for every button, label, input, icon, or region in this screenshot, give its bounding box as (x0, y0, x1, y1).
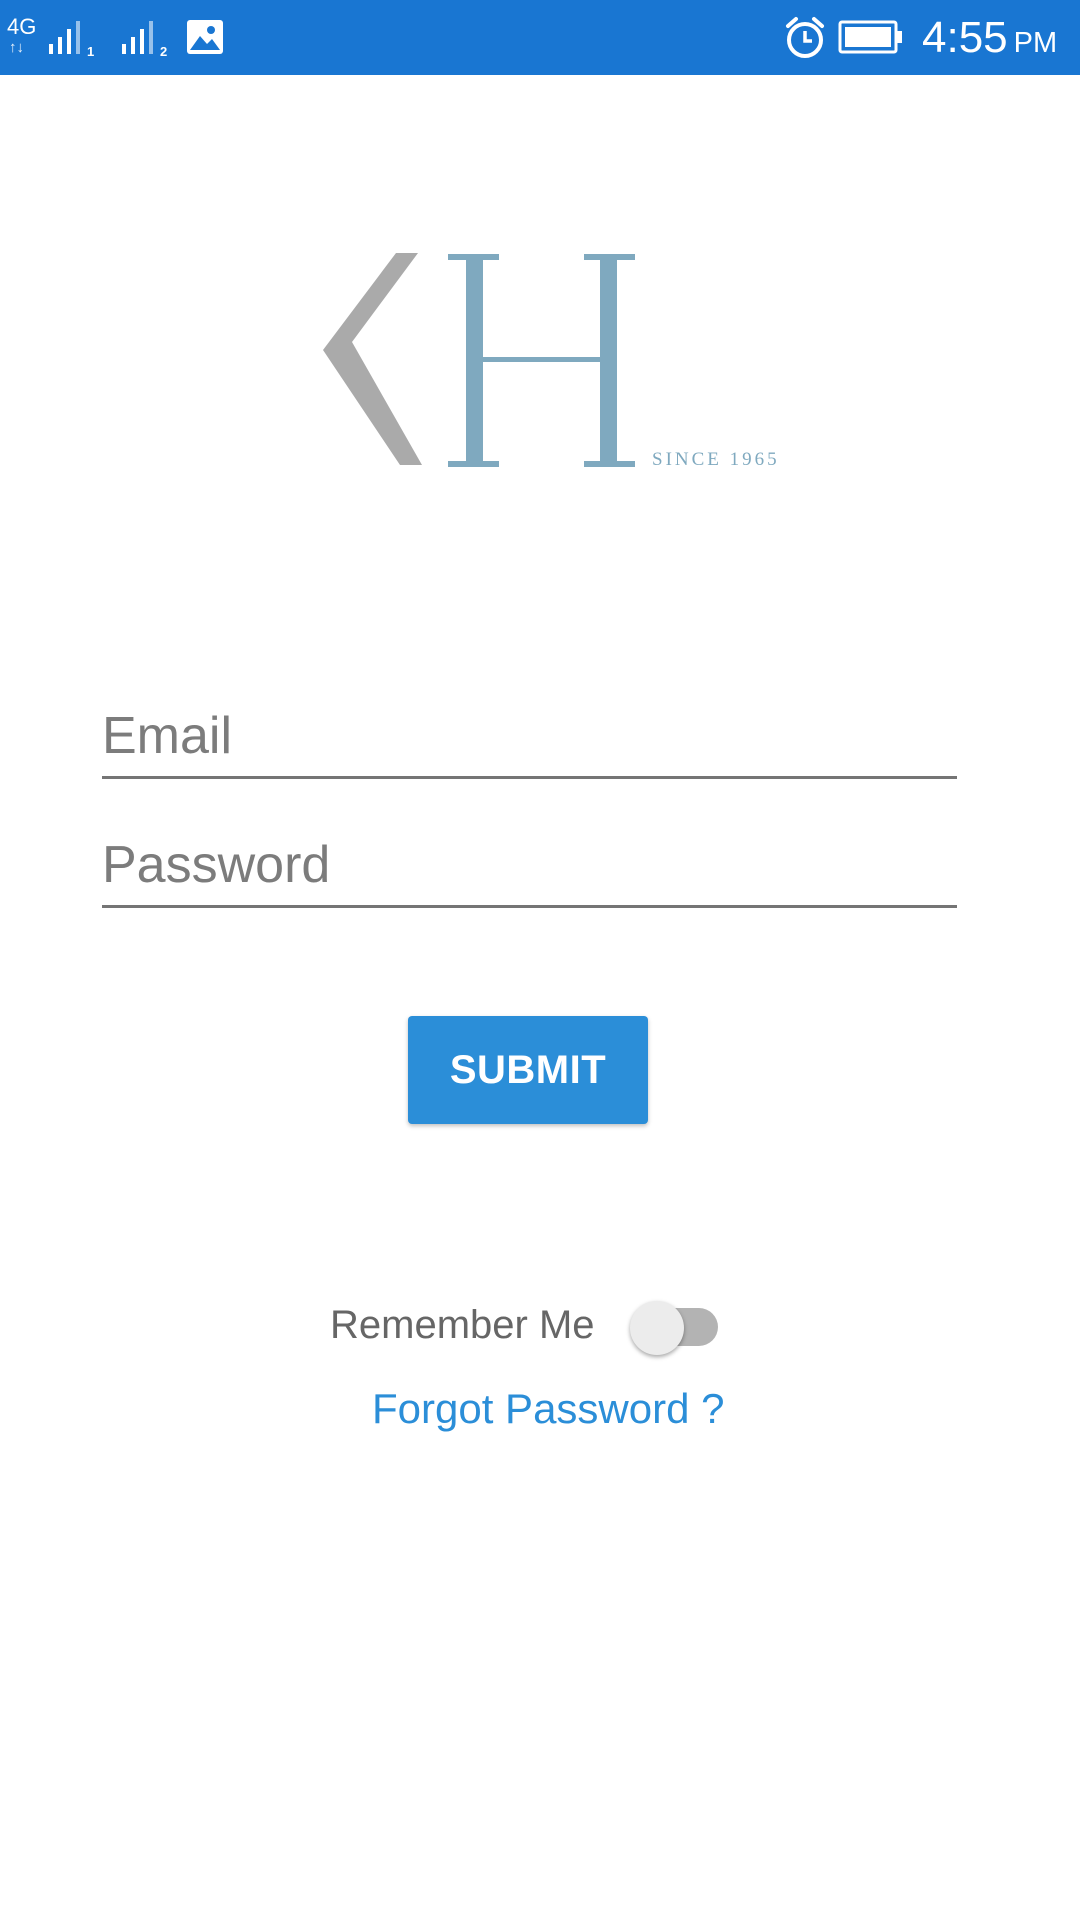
password-field[interactable] (102, 825, 957, 908)
signal-sim1-icon: 1 (49, 21, 94, 58)
alarm-icon (786, 17, 824, 58)
status-bar: 4G ↑↓ 1 2 4:55 PM (0, 0, 1080, 75)
clock-time: 4:55 (922, 13, 1008, 62)
network-type-label: 4G (7, 14, 37, 39)
signal-sim2-icon: 2 (122, 21, 167, 58)
remember-me-label: Remember Me (330, 1303, 595, 1347)
remember-me-toggle[interactable] (628, 1292, 728, 1358)
clock-ampm: PM (1013, 27, 1058, 59)
email-field[interactable] (102, 695, 957, 779)
submit-button[interactable]: SUBMIT (408, 1016, 648, 1124)
forgot-password-link[interactable]: Forgot Password ? (372, 1385, 725, 1433)
logo-tagline: SINCE 1965 (652, 449, 778, 470)
sim1-index: 1 (87, 44, 94, 58)
battery-icon (838, 20, 902, 54)
sim2-index: 2 (160, 44, 167, 58)
data-arrows-icon: ↑↓ (9, 39, 24, 56)
gallery-icon (187, 20, 223, 54)
network-4g-icon: 4G ↑↓ (7, 14, 37, 56)
status-clock: 4:55 PM (922, 14, 1057, 67)
toggle-thumb (630, 1301, 684, 1355)
brand-logo: SINCE 1965 (323, 253, 778, 470)
